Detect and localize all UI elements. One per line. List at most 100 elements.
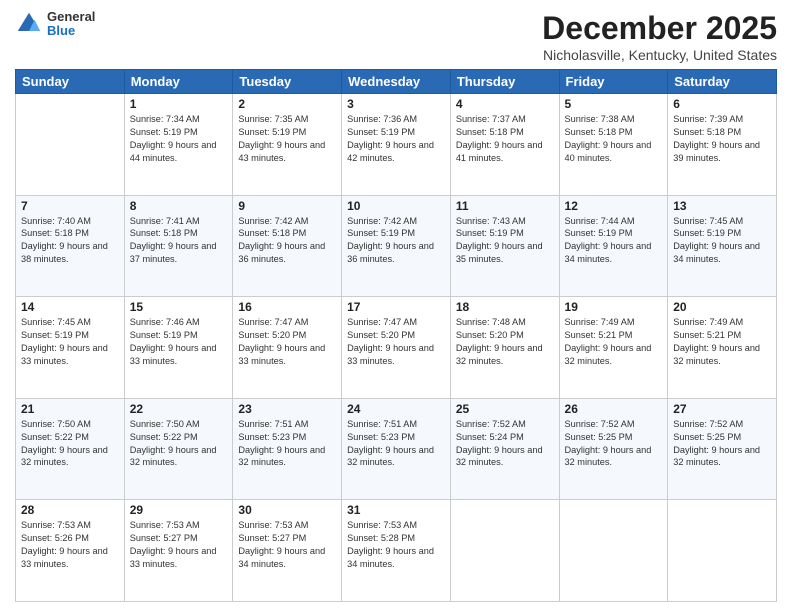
cell-content: Sunrise: 7:52 AM Sunset: 5:25 PM Dayligh… (565, 418, 663, 470)
calendar-cell: 27 Sunrise: 7:52 AM Sunset: 5:25 PM Dayli… (668, 398, 777, 500)
calendar-cell: 25 Sunrise: 7:52 AM Sunset: 5:24 PM Dayli… (450, 398, 559, 500)
calendar-cell: 4 Sunrise: 7:37 AM Sunset: 5:18 PM Daylig… (450, 94, 559, 196)
location: Nicholasville, Kentucky, United States (542, 47, 777, 63)
day-number: 30 (238, 503, 336, 517)
cell-content: Sunrise: 7:50 AM Sunset: 5:22 PM Dayligh… (21, 418, 119, 470)
day-number: 18 (456, 300, 554, 314)
calendar-cell (559, 500, 668, 602)
calendar-cell (16, 94, 125, 196)
col-saturday: Saturday (668, 70, 777, 94)
col-monday: Monday (124, 70, 233, 94)
calendar-cell: 20 Sunrise: 7:49 AM Sunset: 5:21 PM Dayli… (668, 297, 777, 399)
calendar-cell: 23 Sunrise: 7:51 AM Sunset: 5:23 PM Dayli… (233, 398, 342, 500)
calendar-cell: 18Sunrise: 7:48 AM Sunset: 5:20 PM Dayli… (450, 297, 559, 399)
cell-content: Sunrise: 7:53 AM Sunset: 5:27 PM Dayligh… (130, 519, 228, 571)
day-number: 6 (673, 97, 771, 111)
logo: General Blue (15, 10, 95, 39)
cell-content: Sunrise: 7:52 AM Sunset: 5:25 PM Dayligh… (673, 418, 771, 470)
day-number: 12 (565, 199, 663, 213)
calendar-cell: 8Sunrise: 7:41 AM Sunset: 5:18 PM Daylig… (124, 195, 233, 297)
cell-content: Sunrise: 7:52 AM Sunset: 5:24 PM Dayligh… (456, 418, 554, 470)
day-number: 7 (21, 199, 119, 213)
calendar-cell: 21 Sunrise: 7:50 AM Sunset: 5:22 PM Dayli… (16, 398, 125, 500)
calendar-cell: 22 Sunrise: 7:50 AM Sunset: 5:22 PM Dayli… (124, 398, 233, 500)
cell-content: Sunrise: 7:50 AM Sunset: 5:22 PM Dayligh… (130, 418, 228, 470)
logo-blue-text: Blue (47, 24, 95, 38)
day-number: 13 (673, 199, 771, 213)
cell-content: Sunrise: 7:47 AM Sunset: 5:20 PM Dayligh… (347, 316, 445, 368)
calendar-cell: 5 Sunrise: 7:38 AM Sunset: 5:18 PM Daylig… (559, 94, 668, 196)
day-number: 24 (347, 402, 445, 416)
cell-content: Sunrise: 7:35 AM Sunset: 5:19 PM Dayligh… (238, 113, 336, 165)
day-number: 14 (21, 300, 119, 314)
calendar-week-2: 14 Sunrise: 7:45 AM Sunset: 5:19 PM Dayli… (16, 297, 777, 399)
day-number: 10 (347, 199, 445, 213)
cell-content: Sunrise: 7:45 AM Sunset: 5:19 PM Dayligh… (21, 316, 119, 368)
day-number: 8 (130, 199, 228, 213)
day-number: 15 (130, 300, 228, 314)
col-sunday: Sunday (16, 70, 125, 94)
day-number: 29 (130, 503, 228, 517)
cell-content: Sunrise: 7:38 AM Sunset: 5:18 PM Dayligh… (565, 113, 663, 165)
calendar-cell: 13 Sunrise: 7:45 AM Sunset: 5:19 PM Dayli… (668, 195, 777, 297)
logo-general-text: General (47, 10, 95, 24)
calendar-week-3: 21 Sunrise: 7:50 AM Sunset: 5:22 PM Dayli… (16, 398, 777, 500)
cell-content: Sunrise: 7:36 AM Sunset: 5:19 PM Dayligh… (347, 113, 445, 165)
cell-content: Sunrise: 7:42 AM Sunset: 5:18 PM Dayligh… (238, 215, 336, 267)
cell-content: Sunrise: 7:39 AM Sunset: 5:18 PM Dayligh… (673, 113, 771, 165)
calendar-week-1: 7 Sunrise: 7:40 AM Sunset: 5:18 PM Daylig… (16, 195, 777, 297)
calendar-body: 1Sunrise: 7:34 AM Sunset: 5:19 PM Daylig… (16, 94, 777, 602)
cell-content: Sunrise: 7:49 AM Sunset: 5:21 PM Dayligh… (673, 316, 771, 368)
cell-content: Sunrise: 7:47 AM Sunset: 5:20 PM Dayligh… (238, 316, 336, 368)
calendar-cell: 30 Sunrise: 7:53 AM Sunset: 5:27 PM Dayli… (233, 500, 342, 602)
day-number: 9 (238, 199, 336, 213)
calendar-cell: 24 Sunrise: 7:51 AM Sunset: 5:23 PM Dayli… (342, 398, 451, 500)
col-tuesday: Tuesday (233, 70, 342, 94)
day-number: 22 (130, 402, 228, 416)
col-friday: Friday (559, 70, 668, 94)
day-number: 21 (21, 402, 119, 416)
cell-content: Sunrise: 7:51 AM Sunset: 5:23 PM Dayligh… (238, 418, 336, 470)
day-number: 20 (673, 300, 771, 314)
cell-content: Sunrise: 7:46 AM Sunset: 5:19 PM Dayligh… (130, 316, 228, 368)
day-number: 26 (565, 402, 663, 416)
calendar-cell: 1Sunrise: 7:34 AM Sunset: 5:19 PM Daylig… (124, 94, 233, 196)
day-number: 4 (456, 97, 554, 111)
day-number: 31 (347, 503, 445, 517)
cell-content: Sunrise: 7:53 AM Sunset: 5:27 PM Dayligh… (238, 519, 336, 571)
calendar-cell: 31 Sunrise: 7:53 AM Sunset: 5:28 PM Dayli… (342, 500, 451, 602)
day-number: 17 (347, 300, 445, 314)
cell-content: Sunrise: 7:40 AM Sunset: 5:18 PM Dayligh… (21, 215, 119, 267)
day-number: 11 (456, 199, 554, 213)
day-number: 2 (238, 97, 336, 111)
day-number: 27 (673, 402, 771, 416)
day-number: 23 (238, 402, 336, 416)
title-block: December 2025 Nicholasville, Kentucky, U… (542, 10, 777, 63)
calendar-cell (450, 500, 559, 602)
calendar-cell: 19 Sunrise: 7:49 AM Sunset: 5:21 PM Dayli… (559, 297, 668, 399)
header: General Blue December 2025 Nicholasville… (15, 10, 777, 63)
calendar-cell: 16Sunrise: 7:47 AM Sunset: 5:20 PM Dayli… (233, 297, 342, 399)
cell-content: Sunrise: 7:44 AM Sunset: 5:19 PM Dayligh… (565, 215, 663, 267)
cell-content: Sunrise: 7:43 AM Sunset: 5:19 PM Dayligh… (456, 215, 554, 267)
cell-content: Sunrise: 7:45 AM Sunset: 5:19 PM Dayligh… (673, 215, 771, 267)
calendar-cell: 7 Sunrise: 7:40 AM Sunset: 5:18 PM Daylig… (16, 195, 125, 297)
day-number: 5 (565, 97, 663, 111)
logo-icon (15, 10, 43, 38)
day-number: 19 (565, 300, 663, 314)
calendar-cell: 2 Sunrise: 7:35 AM Sunset: 5:19 PM Daylig… (233, 94, 342, 196)
calendar-cell: 10 Sunrise: 7:42 AM Sunset: 5:19 PM Dayli… (342, 195, 451, 297)
month-title: December 2025 (542, 10, 777, 47)
cell-content: Sunrise: 7:49 AM Sunset: 5:21 PM Dayligh… (565, 316, 663, 368)
col-thursday: Thursday (450, 70, 559, 94)
day-number: 25 (456, 402, 554, 416)
col-wednesday: Wednesday (342, 70, 451, 94)
day-number: 3 (347, 97, 445, 111)
cell-content: Sunrise: 7:53 AM Sunset: 5:28 PM Dayligh… (347, 519, 445, 571)
cell-content: Sunrise: 7:42 AM Sunset: 5:19 PM Dayligh… (347, 215, 445, 267)
calendar-cell: 9 Sunrise: 7:42 AM Sunset: 5:18 PM Daylig… (233, 195, 342, 297)
cell-content: Sunrise: 7:37 AM Sunset: 5:18 PM Dayligh… (456, 113, 554, 165)
cell-content: Sunrise: 7:51 AM Sunset: 5:23 PM Dayligh… (347, 418, 445, 470)
calendar-cell: 15 Sunrise: 7:46 AM Sunset: 5:19 PM Dayli… (124, 297, 233, 399)
calendar-cell: 14 Sunrise: 7:45 AM Sunset: 5:19 PM Dayli… (16, 297, 125, 399)
